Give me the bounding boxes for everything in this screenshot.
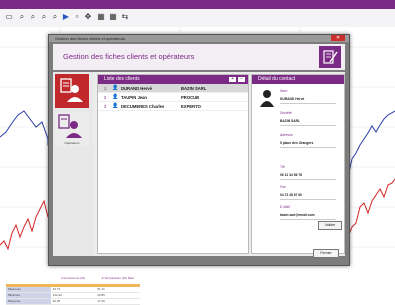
detail-panel-header: Détail du contact xyxy=(252,75,344,84)
field-label: E-Mail xyxy=(280,205,290,209)
field-nom[interactable]: Nom DURAND Hervé xyxy=(280,89,336,104)
field-label: Tél xyxy=(280,165,285,169)
contact-avatar-icon xyxy=(260,89,274,107)
list-item[interactable]: 3 👤 DECUMERES Charles EXPERTO xyxy=(98,102,248,111)
field-fax[interactable]: Fax 04 72 48 87 60 xyxy=(280,185,336,200)
contact-detail-panel: Détail du contact Nom DURAND Hervé Socié… xyxy=(251,74,345,254)
client-number: 3 xyxy=(103,103,107,109)
field-label: Nom xyxy=(280,89,288,93)
field-underline xyxy=(280,147,336,148)
table-cell: Minimum xyxy=(6,293,51,298)
client-number: 2 xyxy=(103,94,107,100)
field-underline xyxy=(280,199,336,200)
clients-panel-header: Liste des clients + – xyxy=(98,75,248,84)
zoom-icon[interactable]: ⌕ xyxy=(28,12,38,22)
stats-header-empty xyxy=(6,276,51,284)
client-number: 1 xyxy=(103,85,107,91)
list-item[interactable]: 2 👤 TAUPIN Jean PROCUB xyxy=(98,93,248,102)
fermer-button[interactable]: Fermer xyxy=(313,249,339,258)
move-icon[interactable]: ✥ xyxy=(83,12,93,22)
table-cell: 51.41 xyxy=(97,287,105,291)
stats-header-consumption: a°Consommé (W) xyxy=(61,276,85,280)
person-icon: 👤 xyxy=(112,85,119,91)
window-header: Gestion des fiches clients et opérateurs xyxy=(53,44,345,70)
table-cell: Maximum xyxy=(6,287,51,292)
client-name: DURAND Hervé xyxy=(121,85,152,91)
valider-button[interactable]: Valider xyxy=(318,221,342,230)
client-management-window: Gestion des fiches clients et opérateurs… xyxy=(48,34,350,266)
nav-item-operators-label: Opérateurs xyxy=(64,141,80,145)
nav-item-clients[interactable] xyxy=(55,74,89,108)
add-client-button[interactable]: + xyxy=(229,77,236,82)
field-value[interactable]: 04 72 48 87 60 xyxy=(280,193,336,197)
select-icon[interactable]: ▫ xyxy=(72,12,82,22)
side-nav: Opérateurs xyxy=(53,72,93,256)
field-value[interactable]: BAZIN SARL xyxy=(280,119,336,123)
window-body: Opérateurs Liste des clients + – 1 👤 DUR… xyxy=(53,72,345,256)
arrows-icon[interactable]: ⇆ xyxy=(120,12,130,22)
zoom-in-icon[interactable]: ⌕ xyxy=(17,12,27,22)
table-cell: 122.22 xyxy=(52,293,62,297)
zoom-out-icon[interactable]: ⌕ xyxy=(39,12,49,22)
field-underline xyxy=(280,179,336,180)
clients-panel: Liste des clients + – 1 👤 DURAND Hervé B… xyxy=(97,74,249,254)
window-titlebar[interactable]: Gestion des fiches clients et opérateurs… xyxy=(49,35,349,42)
client-name: DECUMERES Charles xyxy=(121,103,165,109)
table-cell: 23.85 xyxy=(97,293,105,297)
client-company: PROCUB xyxy=(181,94,200,100)
field-label: Fax xyxy=(280,185,286,189)
delete-client-button[interactable]: – xyxy=(238,77,245,82)
field-societe[interactable]: Société BAZIN SARL xyxy=(280,111,336,126)
measure-icon[interactable]: ⌕ xyxy=(50,12,60,22)
detail-panel-title: Détail du contact xyxy=(258,76,296,82)
field-adresse[interactable]: Adresse 5 place des Orangers xyxy=(280,133,336,148)
app-top-bar xyxy=(0,0,395,9)
table-row: Moyenne 32.25 17.26 xyxy=(6,299,140,305)
edit-form-icon xyxy=(319,46,341,68)
window-titlebar-text: Gestion des fiches clients et opérateurs xyxy=(55,36,126,41)
field-email[interactable]: E-Mail bazin.sarl@email.com xyxy=(280,205,336,220)
field-label: Société xyxy=(280,111,292,115)
field-label: Adresse xyxy=(280,133,293,137)
grid-icon-2[interactable]: ▦ xyxy=(108,12,118,22)
cursor-icon[interactable]: ▶ xyxy=(61,12,71,22)
person-icon: 👤 xyxy=(112,103,119,109)
clients-panel-title: Liste des clients xyxy=(104,76,140,82)
app-toolbar: ▭ ⌕ ⌕ ⌕ ⌕ ▶ ▫ ✥ ▦ ▦ ⇆ xyxy=(0,9,395,27)
client-company: EXPERTO xyxy=(181,103,201,109)
window-title: Gestion des fiches clients et opérateurs xyxy=(63,52,195,61)
field-value[interactable]: bazin.sarl@email.com xyxy=(280,213,336,217)
nav-item-operators[interactable]: Opérateurs xyxy=(55,112,89,146)
window-close-button[interactable]: ✕ xyxy=(331,35,345,41)
field-underline xyxy=(280,125,336,126)
person-icon: 👤 xyxy=(112,94,119,100)
grid-icon[interactable]: ▦ xyxy=(96,12,106,22)
client-company: BAZIN SARL xyxy=(181,85,207,91)
field-value[interactable]: 06 12 34 56 78 xyxy=(280,173,336,177)
field-value[interactable]: 5 place des Orangers xyxy=(280,141,336,145)
chart-tool-icon[interactable]: ▭ xyxy=(4,12,14,22)
field-underline xyxy=(280,103,336,104)
client-name: TAUPIN Jean xyxy=(121,94,147,100)
stats-header-temperature: a°Température (W) Réel xyxy=(101,276,134,280)
operator-card-icon xyxy=(58,114,82,138)
field-value[interactable]: DURAND Hervé xyxy=(280,97,336,101)
field-tel[interactable]: Tél 06 12 34 56 78 xyxy=(280,165,336,180)
table-cell: 22.71 xyxy=(52,287,61,291)
list-item[interactable]: 1 👤 DURAND Hervé BAZIN SARL xyxy=(98,84,248,93)
client-card-icon xyxy=(60,78,83,102)
stats-table: a°Consommé (W) a°Température (W) Réel Ma… xyxy=(6,276,140,305)
field-underline xyxy=(280,219,336,220)
